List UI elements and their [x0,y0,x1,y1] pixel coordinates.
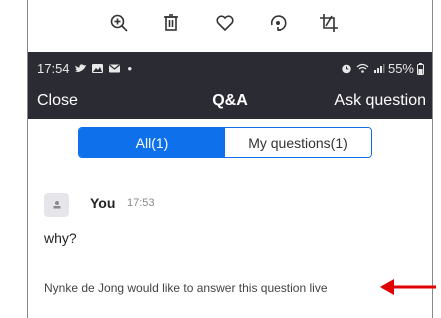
status-time: 17:54 [37,61,70,76]
signal-icon [373,64,385,73]
battery-icon [417,62,424,75]
question-text: why? [44,230,77,246]
status-bar: 17:54 • 55% [28,52,432,85]
tab-all[interactable]: All(1) [79,128,225,157]
screenshot-border-left [27,0,28,318]
gallery-icon [91,64,103,73]
tab-my-questions[interactable]: My questions(1) [225,128,371,157]
crop-icon[interactable] [318,12,340,34]
twitter-icon [74,64,86,72]
notification-dot: • [127,61,133,76]
mail-icon [108,64,120,73]
viewer-toolbar [0,0,441,44]
alarm-icon [342,64,351,74]
qa-navbar: Close Q&A Ask question [28,85,432,119]
rotate-icon[interactable] [267,12,289,34]
question-time: 17:53 [127,197,155,209]
red-arrow-annotation [380,279,436,295]
user-icon [53,201,60,209]
avatar [44,193,69,217]
screenshot-border-right [432,0,433,318]
heart-icon[interactable] [214,12,236,34]
ask-question-button[interactable]: Ask question [334,92,426,110]
question-filter-tabs: All(1) My questions(1) [78,127,372,158]
wifi-icon [356,63,369,73]
question-author: You [90,195,116,211]
trash-icon[interactable] [160,12,182,34]
battery-percent: 55% [387,61,414,76]
live-answer-notice: Nynke de Jong would like to answer this … [44,281,328,295]
zoom-in-icon[interactable] [108,12,130,34]
